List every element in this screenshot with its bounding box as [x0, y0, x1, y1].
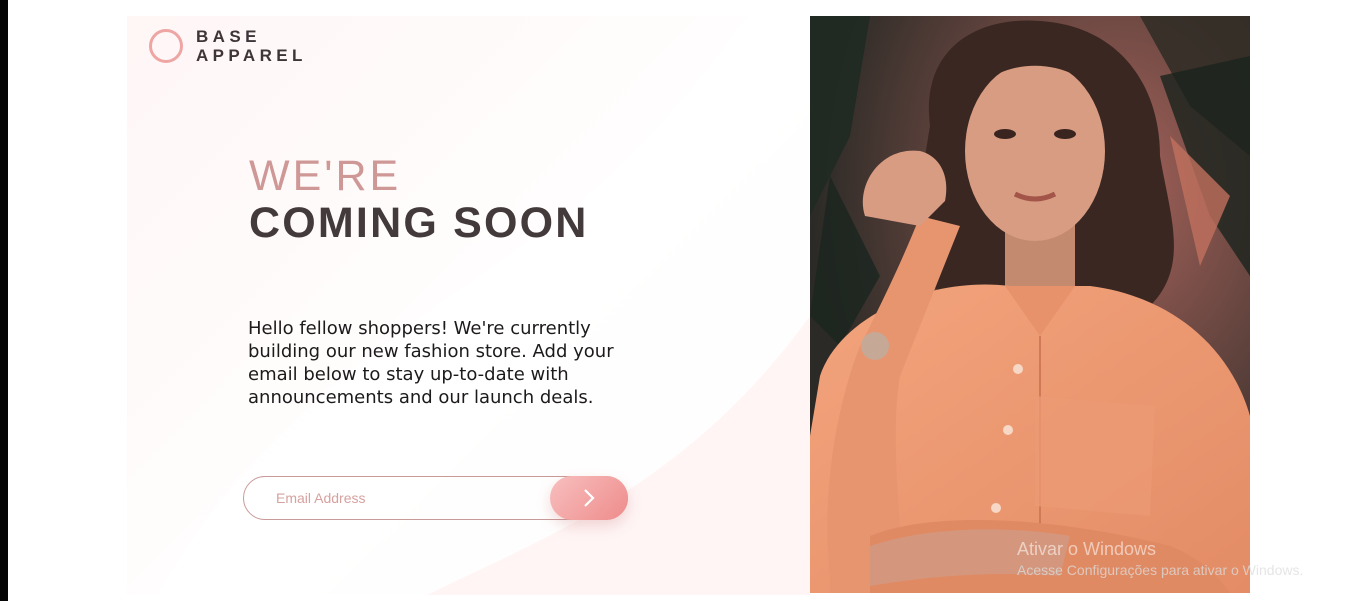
intro-text: Hello fellow shoppers! We're currently b…	[248, 318, 614, 408]
logo-line-2: APPAREL	[196, 46, 307, 65]
watermark-title: Ativar o Windows	[1017, 539, 1157, 559]
email-signup-form	[243, 476, 628, 520]
windows-activation-watermark: Ativar o Windows Acesse Configurações pa…	[1017, 538, 1303, 580]
page-title: WE'RE COMING SOON	[249, 153, 589, 247]
content-panel: BASE APPAREL WE'RE COMING SOON Hello fel…	[127, 16, 810, 595]
title-bold-text: COMING SOON	[249, 199, 589, 247]
hero-image	[810, 16, 1250, 593]
email-input[interactable]	[244, 477, 544, 519]
screen-edge	[0, 0, 8, 601]
logo-line-1: BASE	[196, 27, 261, 46]
brand-logo[interactable]: BASE APPAREL	[149, 27, 307, 65]
woman-in-orange-shirt-illustration	[810, 16, 1250, 593]
watermark-subtitle: Acesse Configurações para ativar o Windo…	[1017, 562, 1304, 578]
submit-button[interactable]	[550, 476, 628, 520]
logo-wordmark: BASE APPAREL	[196, 27, 307, 65]
title-light-text: WE'RE	[249, 152, 402, 200]
logo-ring-icon	[149, 29, 183, 63]
chevron-right-icon	[584, 489, 595, 507]
